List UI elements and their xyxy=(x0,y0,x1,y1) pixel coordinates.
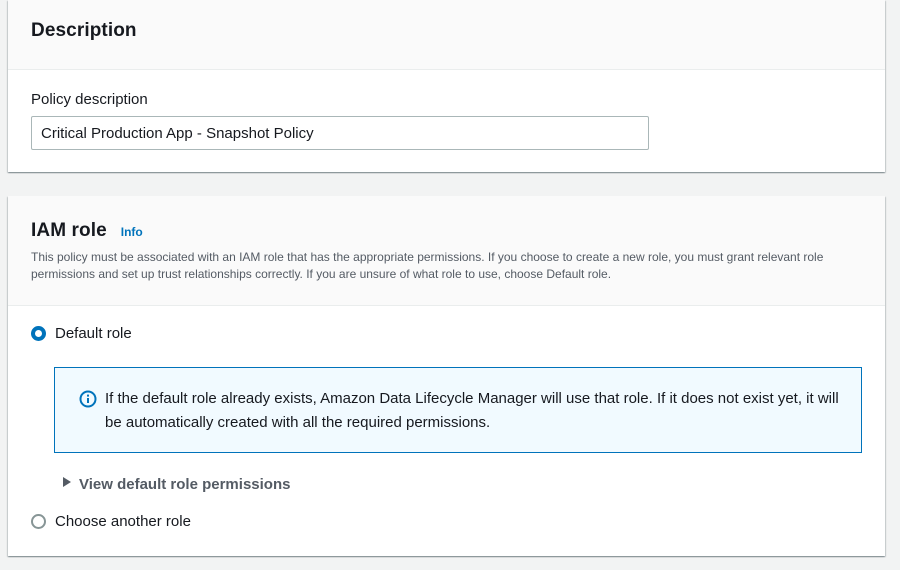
description-card: Description Policy description xyxy=(8,0,885,172)
view-default-role-permissions-expander[interactable]: View default role permissions xyxy=(62,475,290,493)
caret-right-icon xyxy=(62,475,72,493)
radio-default-role[interactable]: Default role xyxy=(31,325,132,342)
policy-description-input[interactable] xyxy=(31,116,649,150)
info-circle-icon xyxy=(79,390,97,413)
iam-role-card: IAM role Info This policy must be associ… xyxy=(8,196,885,556)
policy-description-label: Policy description xyxy=(31,91,148,108)
iam-role-description: This policy must be associated with an I… xyxy=(31,250,824,281)
iam-role-title-row: IAM role Info xyxy=(31,220,885,242)
radio-default-role-label: Default role xyxy=(55,325,132,342)
description-card-header: Description xyxy=(8,0,885,70)
iam-role-info-link[interactable]: Info xyxy=(121,225,143,239)
view-default-role-permissions-label: View default role permissions xyxy=(79,475,291,493)
radio-choose-another-role[interactable]: Choose another role xyxy=(31,513,191,530)
radio-choose-another-role-control[interactable] xyxy=(31,514,46,529)
default-role-info-alert: If the default role already exists, Amaz… xyxy=(54,367,862,453)
iam-role-title: IAM role xyxy=(31,220,107,241)
iam-role-card-header: IAM role Info This policy must be associ… xyxy=(8,196,885,306)
radio-choose-another-role-label: Choose another role xyxy=(55,513,191,530)
default-role-alert-text: If the default role already exists, Amaz… xyxy=(105,390,839,431)
description-title: Description xyxy=(31,20,137,41)
radio-default-role-control[interactable] xyxy=(31,326,46,341)
